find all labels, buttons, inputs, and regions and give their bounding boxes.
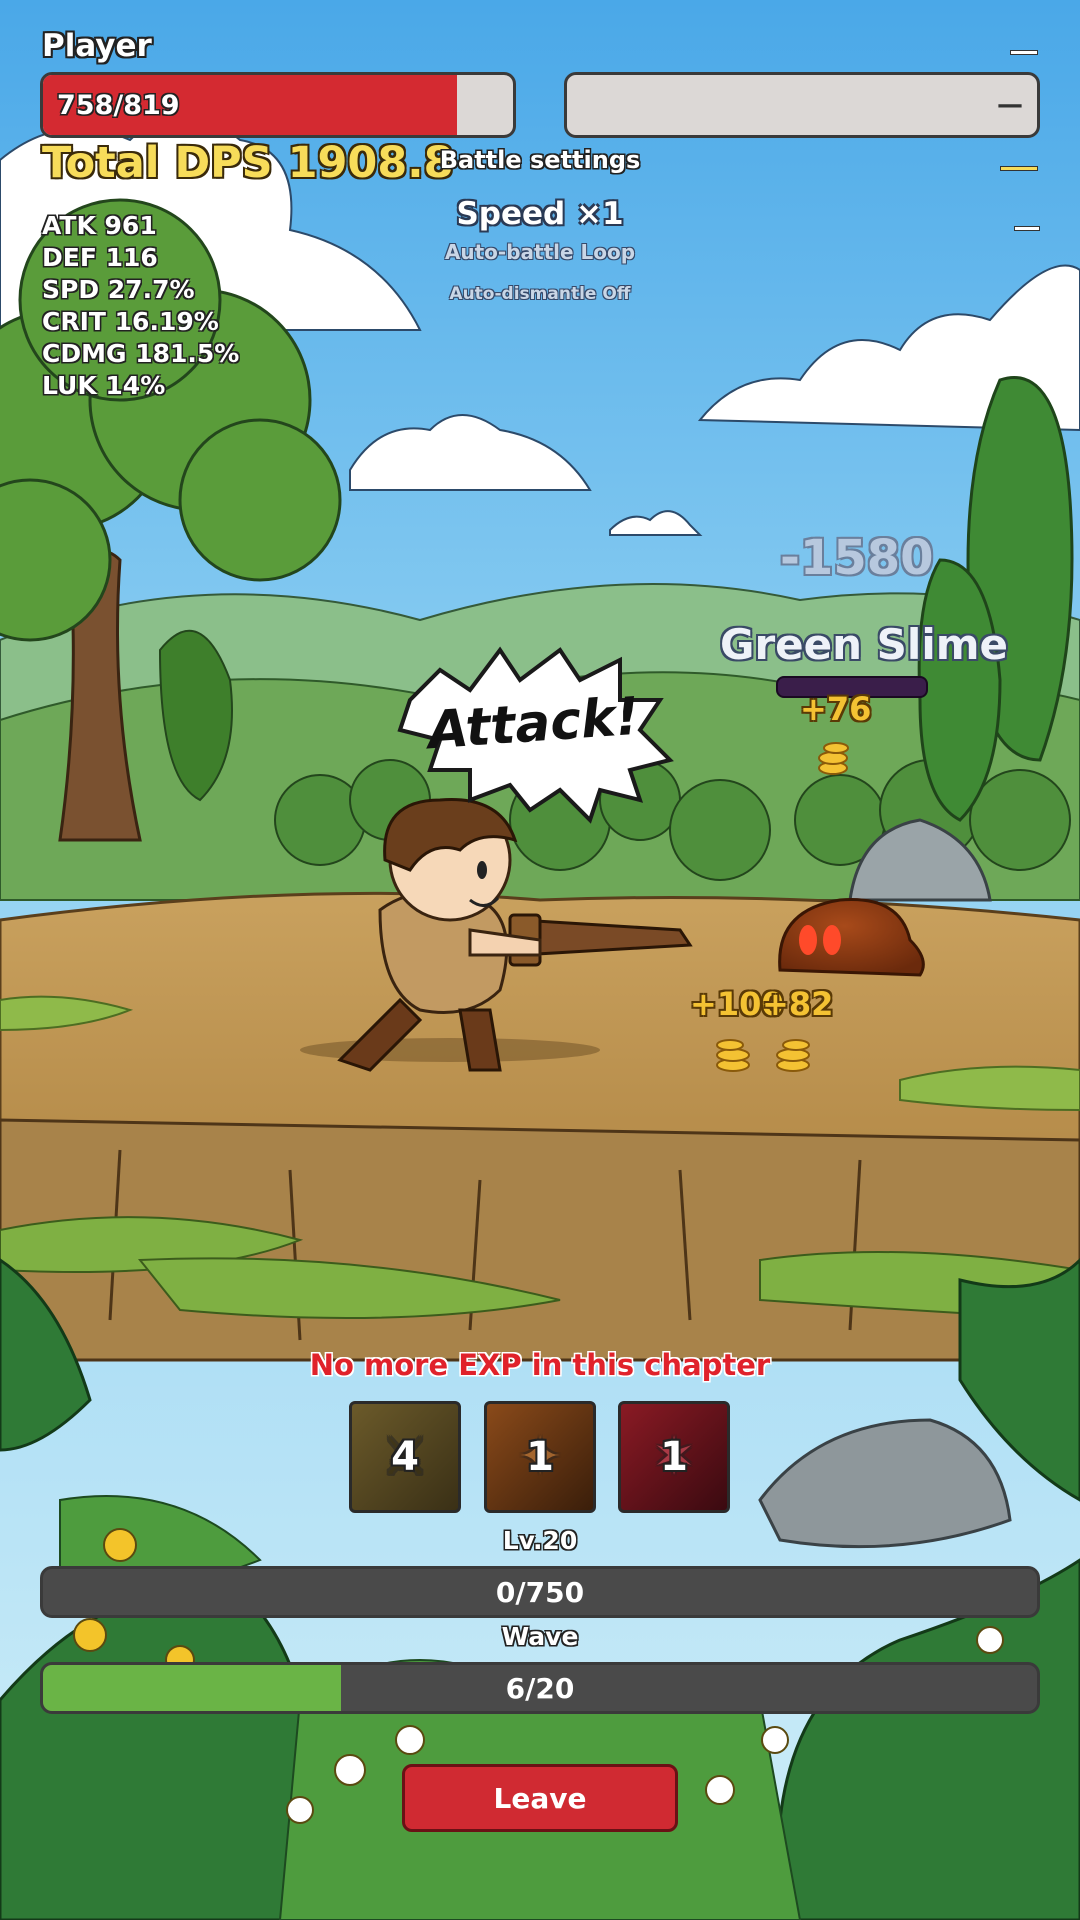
skill-slot-sword-slash[interactable]: ⚔ 4 bbox=[349, 1401, 461, 1513]
top-right-dash-3 bbox=[1014, 226, 1040, 231]
exp-bar: 0/750 bbox=[40, 1566, 1040, 1618]
player-hp-bar: 758/819 bbox=[40, 72, 516, 138]
stat-def: DEF 116 bbox=[42, 243, 158, 272]
skill-slot-warrior-strike[interactable]: ✦ 1 bbox=[484, 1401, 596, 1513]
enemy-hp-bar: — bbox=[564, 72, 1040, 138]
auto-dismantle-toggle[interactable]: Auto-dismantle Off bbox=[390, 284, 690, 304]
wave-text: 6/20 bbox=[505, 1671, 575, 1705]
skill-count-3: 1 bbox=[660, 1434, 688, 1480]
skill-slot-blood-slash[interactable]: ✶ 1 bbox=[618, 1401, 730, 1513]
exp-notice: No more EXP in this chapter bbox=[309, 1348, 771, 1382]
skill-count-1: 4 bbox=[391, 1434, 419, 1480]
top-right-dash-2 bbox=[1000, 166, 1038, 171]
speed-toggle[interactable]: Speed ×1 bbox=[390, 196, 690, 232]
exp-text: 0/750 bbox=[495, 1575, 585, 1609]
stat-spd: SPD 27.7% bbox=[42, 275, 195, 304]
battle-settings-button[interactable]: Battle settings bbox=[390, 146, 690, 174]
stat-luk: LUK 14% bbox=[42, 371, 166, 400]
level-label: Lv.20 bbox=[502, 1526, 578, 1555]
player-label: Player bbox=[42, 28, 152, 64]
enemy-name: Green Slime bbox=[720, 620, 1008, 669]
wave-progress-bar: 6/20 bbox=[40, 1662, 1040, 1714]
top-right-dash-1 bbox=[1010, 50, 1038, 55]
stat-cdmg: CDMG 181.5% bbox=[42, 339, 240, 368]
stat-crit: CRIT 16.19% bbox=[42, 307, 219, 336]
gold-popup-1: +76 bbox=[800, 690, 872, 728]
auto-battle-toggle[interactable]: Auto-battle Loop bbox=[390, 240, 690, 264]
gold-popup-3: +82 bbox=[762, 985, 834, 1023]
skill-count-2: 1 bbox=[526, 1434, 554, 1480]
player-hp-text: 758/819 bbox=[57, 89, 180, 121]
stat-list: ATK 961 DEF 116 SPD 27.7% CRIT 16.19% CD… bbox=[42, 210, 239, 402]
damage-number: -1580 bbox=[780, 530, 934, 586]
stat-atk: ATK 961 bbox=[42, 211, 157, 240]
leave-button[interactable]: Leave bbox=[402, 1764, 678, 1832]
wave-label: Wave bbox=[501, 1622, 579, 1651]
enemy-hp-placeholder: — bbox=[997, 90, 1023, 120]
